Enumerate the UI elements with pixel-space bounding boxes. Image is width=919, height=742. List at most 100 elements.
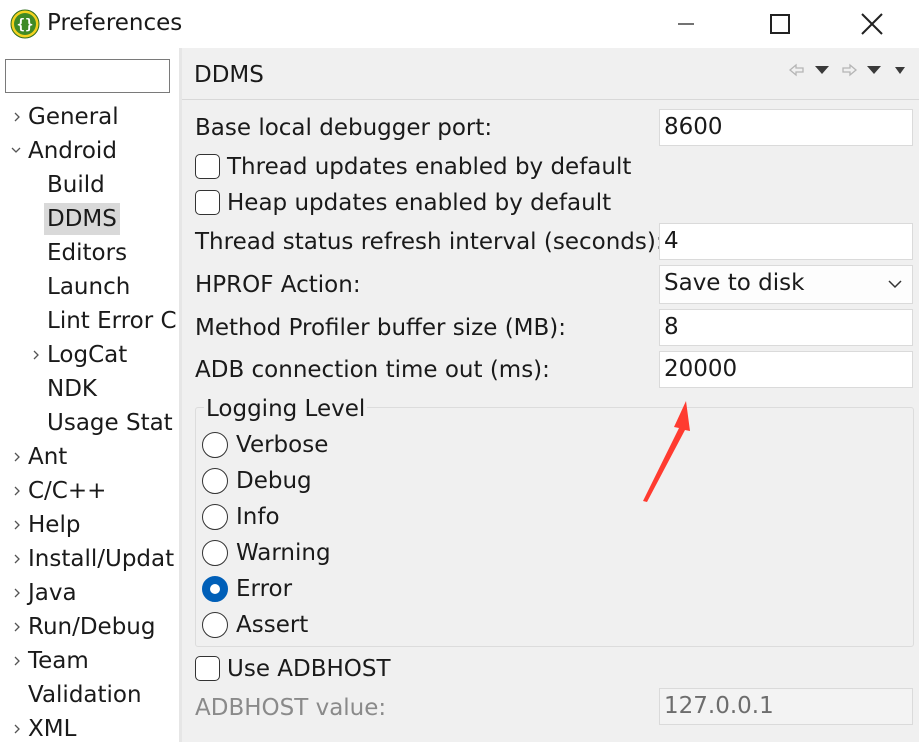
back-menu-icon[interactable] <box>814 64 830 76</box>
svg-text:{}: {} <box>17 17 34 33</box>
minimize-icon <box>678 23 694 25</box>
sidebar-item-run-debug[interactable]: Run/Debug <box>10 610 159 644</box>
sidebar-item-lint-error-c[interactable]: Lint Error C <box>29 304 179 338</box>
close-button[interactable] <box>852 6 892 42</box>
chevron-down-icon[interactable] <box>10 134 24 168</box>
adb-timeout-label: ADB connection time out (ms): <box>195 357 550 383</box>
sidebar-item-label: General <box>28 104 119 130</box>
maximize-button[interactable] <box>760 6 800 42</box>
chevron-right-icon[interactable] <box>29 338 43 372</box>
sidebar-item-label: Launch <box>47 274 131 300</box>
radio-label: Assert <box>236 612 309 638</box>
sidebar-item-label: Install/Updat <box>28 546 175 572</box>
sidebar-item-team[interactable]: Team <box>10 644 92 678</box>
sidebar-item-logcat[interactable]: LogCat <box>29 338 130 372</box>
minimize-button[interactable] <box>666 6 706 42</box>
view-menu-icon[interactable] <box>894 66 906 75</box>
use-adbhost-checkbox[interactable] <box>195 656 220 681</box>
radio-button[interactable] <box>202 612 228 638</box>
eclipse-braces-icon: {} <box>10 9 40 39</box>
profiler-buffer-label: Method Profiler buffer size (MB): <box>195 315 567 341</box>
radio-button[interactable] <box>202 468 228 494</box>
sidebar-item-label: Run/Debug <box>28 614 156 640</box>
chevron-right-icon[interactable] <box>10 508 24 542</box>
chevron-right-icon[interactable] <box>10 474 24 508</box>
use-adbhost-label: Use ADBHOST <box>227 656 391 682</box>
sidebar-item-ant[interactable]: Ant <box>10 440 70 474</box>
sidebar-item-label: DDMS <box>44 203 120 235</box>
sidebar-item-c-c[interactable]: C/C++ <box>10 474 109 508</box>
sidebar-item-android[interactable]: Android <box>10 134 120 168</box>
adbhost-value-label: ADBHOST value: <box>195 695 387 721</box>
sidebar-item-ddms[interactable]: DDMS <box>29 202 120 236</box>
sidebar-item-label: Java <box>28 580 77 606</box>
hprof-action-value: Save to disk <box>664 270 805 296</box>
radio-button[interactable] <box>202 540 228 566</box>
sidebar-item-label: C/C++ <box>28 478 107 504</box>
sidebar-item-ndk[interactable]: NDK <box>29 372 100 406</box>
page-title: DDMS <box>194 62 264 88</box>
forward-menu-icon[interactable] <box>866 64 882 76</box>
heap-updates-checkbox[interactable] <box>195 190 220 215</box>
sidebar-item-label: XML <box>28 716 77 742</box>
sidebar-item-label: Editors <box>47 240 128 266</box>
sidebar-item-help[interactable]: Help <box>10 508 83 542</box>
chevron-right-icon[interactable] <box>10 100 24 134</box>
thread-updates-checkbox[interactable] <box>195 154 220 179</box>
window-title: Preferences <box>47 10 183 36</box>
radio-label: Debug <box>236 468 312 494</box>
sidebar-item-label: Android <box>28 138 117 164</box>
sidebar-item-general[interactable]: General <box>10 100 122 134</box>
chevron-right-icon[interactable] <box>10 576 24 610</box>
sidebar-item-launch[interactable]: Launch <box>29 270 133 304</box>
radio-label: Warning <box>236 540 331 566</box>
radio-label: Error <box>236 576 293 602</box>
sidebar-item-install-updat[interactable]: Install/Updat <box>10 542 177 576</box>
debugger-port-label: Base local debugger port: <box>195 115 493 141</box>
sidebar-item-label: Ant <box>28 444 68 470</box>
chevron-right-icon[interactable] <box>10 542 24 576</box>
sidebar-item-label: Lint Error C <box>47 308 177 334</box>
logging-level-legend: Logging Level <box>204 394 368 424</box>
hprof-action-label: HPROF Action: <box>195 272 361 298</box>
sidebar-item-label: Help <box>28 512 81 538</box>
sidebar-item-java[interactable]: Java <box>10 576 80 610</box>
sidebar-item-build[interactable]: Build <box>29 168 108 202</box>
adb-timeout-field[interactable]: 20000 <box>659 351 913 388</box>
chevron-right-icon[interactable] <box>10 610 24 644</box>
heap-updates-label: Heap updates enabled by default <box>227 190 612 216</box>
sidebar-item-label: Usage Stat <box>47 410 173 436</box>
sidebar-item-label: Validation <box>28 682 142 708</box>
sidebar-item-label: Team <box>28 648 89 674</box>
forward-arrow-icon[interactable] <box>840 62 858 78</box>
radio-button[interactable] <box>202 576 228 602</box>
chevron-right-icon[interactable] <box>10 712 24 742</box>
preference-tree-pane: General Android Build DDMS Editors Launch Lint… <box>0 48 179 742</box>
adbhost-value-field[interactable]: 127.0.0.1 <box>659 688 913 725</box>
page-header: DDMS <box>182 48 919 100</box>
debugger-port-field[interactable]: 8600 <box>659 109 913 146</box>
sidebar-item-xml[interactable]: XML <box>10 712 79 742</box>
sidebar-item-label: LogCat <box>47 342 128 368</box>
chevron-down-icon <box>888 280 902 289</box>
maximize-icon <box>770 14 790 34</box>
chevron-right-icon[interactable] <box>10 644 24 678</box>
sidebar-item-label: Build <box>47 172 105 198</box>
sidebar-item-usage-stat[interactable]: Usage Stat <box>29 406 176 440</box>
filter-input[interactable] <box>5 59 170 93</box>
close-icon <box>861 13 883 35</box>
radio-button[interactable] <box>202 504 228 530</box>
radio-label: Verbose <box>236 432 329 458</box>
sidebar-item-label: NDK <box>47 376 97 402</box>
chevron-right-icon[interactable] <box>10 440 24 474</box>
hprof-action-combo[interactable]: Save to disk <box>659 265 913 304</box>
back-arrow-icon[interactable] <box>788 62 806 78</box>
radio-button[interactable] <box>202 432 228 458</box>
title-bar: {} Preferences <box>0 0 919 48</box>
sidebar-item-editors[interactable]: Editors <box>29 236 130 270</box>
thread-refresh-label: Thread status refresh interval (seconds)… <box>195 229 664 255</box>
sidebar-item-validation[interactable]: Validation <box>10 678 145 712</box>
profiler-buffer-field[interactable]: 8 <box>659 309 913 346</box>
radio-label: Info <box>236 504 280 530</box>
thread-refresh-field[interactable]: 4 <box>659 223 913 260</box>
